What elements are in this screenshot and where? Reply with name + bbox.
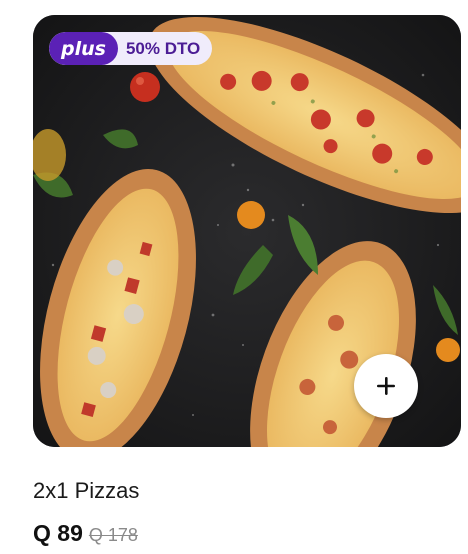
add-to-cart-button[interactable] <box>354 354 418 418</box>
plus-icon <box>377 377 395 395</box>
product-card[interactable]: plus 50% DTO 2x1 Pizzas Q 89 Q 178 <box>0 0 468 554</box>
product-name: 2x1 Pizzas <box>33 478 140 503</box>
price-row: Q 89 Q 178 <box>33 520 138 547</box>
discount-label: 50% DTO <box>125 38 201 58</box>
current-price: Q 89 <box>33 520 83 546</box>
discount-badge: plus 50% DTO <box>49 32 213 65</box>
plus-membership-label: plus <box>49 32 118 65</box>
original-price: Q 178 <box>88 525 138 545</box>
